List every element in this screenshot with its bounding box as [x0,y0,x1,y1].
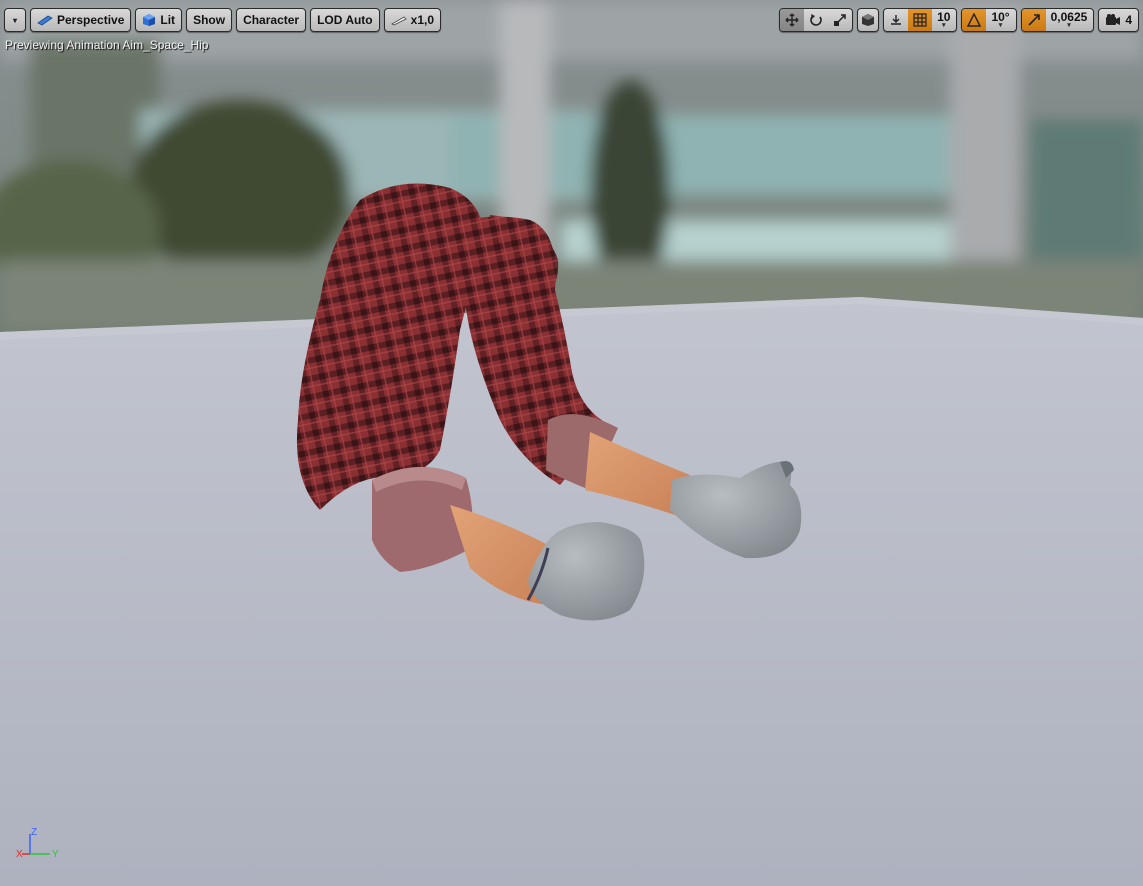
axis-z-label: Z [31,827,37,838]
scale-snap-value-dropdown[interactable]: 0,0625 ▾ [1046,9,1094,31]
preview-animation-text: Previewing Animation Aim_Space_Hip [5,38,209,52]
axis-x-label: X [16,849,23,860]
rotation-snap-value-dropdown[interactable]: 10° ▾ [986,9,1015,31]
transform-mode-group [779,8,854,32]
grid-snap-group: 10 ▾ [883,8,958,32]
chevron-down-icon: ▾ [12,15,17,25]
world-cube-icon [862,14,875,26]
camera-speed-button[interactable]: 4 [1098,8,1139,32]
scale-mode-button[interactable] [828,9,852,31]
lit-button[interactable]: Lit [135,8,183,32]
lod-button[interactable]: LOD Auto [310,8,380,32]
show-label: Show [193,13,226,27]
speed-icon [390,16,407,26]
viewport-options-button[interactable]: ▾ [4,8,26,32]
rotate-mode-button[interactable] [804,9,828,31]
coordinate-system-button[interactable] [857,8,880,32]
lit-cube-icon [143,14,156,26]
show-button[interactable]: Show [186,8,233,32]
camera-icon [1106,14,1121,25]
character-label: Character [243,13,300,27]
grid-icon [913,13,927,27]
rotation-snap-group: 10° ▾ [961,8,1017,32]
surface-snap-button[interactable] [884,9,908,31]
surface-snap-icon [891,15,902,25]
chevron-down-icon: ▾ [998,22,1003,29]
scale-icon [834,14,846,26]
perspective-button[interactable]: Perspective [30,8,132,32]
grid-snap-value-dropdown[interactable]: 10 ▾ [932,9,956,31]
perspective-icon [37,15,53,26]
camera-speed-value: 4 [1125,13,1132,27]
playback-speed-button[interactable]: x1,0 [383,8,441,32]
speed-label: x1,0 [410,13,434,27]
scale-snap-icon [1028,14,1040,26]
scene-render [0,0,1143,886]
rotate-icon [810,14,822,26]
angle-icon [967,13,982,27]
chevron-down-icon: ▾ [942,22,946,29]
lod-label: LOD Auto [317,13,373,27]
lit-label: Lit [160,13,176,27]
viewport-toolbar-right: 10 ▾ 10° ▾ 0,0625 ▾ 4 [779,7,1139,33]
grid-snap-toggle[interactable] [908,9,933,31]
scale-snap-toggle[interactable] [1021,9,1046,31]
animation-viewport[interactable]: ▾ Perspective Lit Show Character LOD Aut… [0,0,1143,886]
viewport-toolbar-left: ▾ Perspective Lit Show Character LOD Aut… [4,7,441,33]
perspective-label: Perspective [57,13,125,27]
axis-y-label: Y [52,849,59,860]
translate-mode-button[interactable] [780,9,805,31]
translate-icon [785,13,799,27]
chevron-down-icon: ▾ [1067,22,1071,29]
rotation-snap-toggle[interactable] [962,9,987,31]
axis-gizmo: Z X Y [16,827,59,860]
character-button[interactable]: Character [236,8,307,32]
scale-snap-group: 0,0625 ▾ [1020,8,1095,32]
